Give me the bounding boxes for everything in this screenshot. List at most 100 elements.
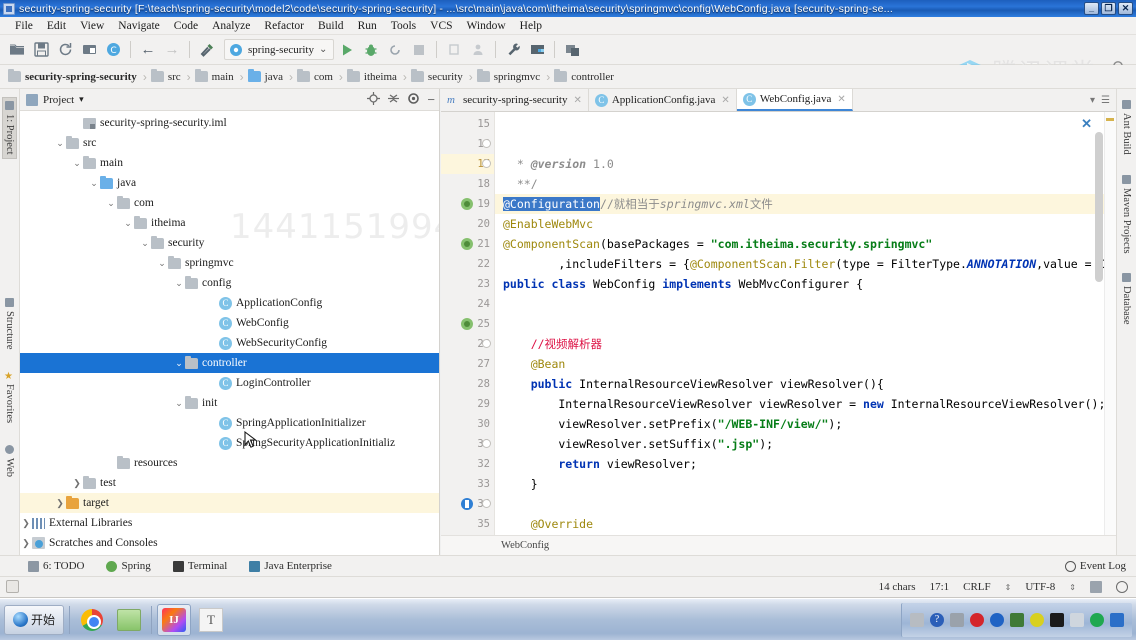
collapse-all-icon[interactable] [387,92,400,108]
close-icon[interactable]: ✕ [721,95,729,106]
menu-window[interactable]: Window [460,19,513,33]
code-line[interactable]: @Override [503,514,1104,534]
code-line[interactable] [503,294,1104,314]
line-number[interactable]: 17 [441,154,494,174]
breadcrumb-item-src[interactable]: src [150,69,185,83]
code-line[interactable] [503,314,1104,334]
code-line[interactable]: return viewResolver; [503,454,1104,474]
override-gutter-icon[interactable] [461,498,473,510]
code-line[interactable]: **/ [503,174,1104,194]
code-line[interactable]: public InternalResourceViewResolver view… [503,374,1104,394]
system-tray[interactable]: ? [901,602,1132,637]
wrench-icon[interactable] [502,39,524,61]
file-encoding[interactable]: UTF-8 [1025,581,1055,593]
debug-button[interactable] [360,39,382,61]
twisty-icon[interactable]: ❯ [54,498,66,509]
tab-application-config[interactable]: C ApplicationConfig.java ✕ [589,89,737,111]
twisty-icon[interactable]: ⌄ [173,278,185,289]
warning-stripe[interactable] [1106,118,1114,121]
taskbar-intellij-idea-icon[interactable]: IJ [157,603,192,636]
run-button[interactable] [336,39,358,61]
tree-node[interactable]: ⌄ java [20,173,439,193]
twisty-icon[interactable]: ⌄ [88,178,100,189]
line-number[interactable]: 35 [441,514,494,534]
chevron-down-icon[interactable]: ▾ [79,94,84,105]
line-number[interactable]: 26 [441,334,494,354]
breadcrumb[interactable]: security-spring-security › src › main › … [0,65,1136,89]
line-number[interactable]: 21 [441,234,494,254]
menu-build[interactable]: Build [311,19,351,33]
bottom-tab-java-enterprise[interactable]: Java Enterprise [249,560,332,572]
navigate-back-icon[interactable]: ← [137,39,159,61]
bottom-tab-todo[interactable]: 6: TODO [28,560,84,572]
line-number[interactable]: 31 [441,434,494,454]
tab-security-spring-security[interactable]: m security-spring-security ✕ [441,89,589,111]
breadcrumb-item-main[interactable]: main [194,69,238,83]
sidebar-item-web[interactable]: Web [3,442,16,480]
coverage-button[interactable] [384,39,406,61]
globe-icon[interactable] [1116,581,1128,593]
line-number[interactable]: 25 [441,314,494,334]
menu-edit[interactable]: Edit [40,19,73,33]
menu-run[interactable]: Run [351,19,384,33]
close-button[interactable]: ✕ [1118,2,1133,15]
menu-refactor[interactable]: Refactor [257,19,311,33]
editor-scrollbar[interactable] [1095,132,1103,282]
battery-icon[interactable] [1050,612,1064,627]
line-number[interactable]: 15 [441,114,494,134]
code-line[interactable]: viewResolver.setSuffix(".jsp"); [503,434,1104,454]
breadcrumb-item-controller[interactable]: controller [554,69,618,83]
minimize-button[interactable]: _ [1084,2,1099,15]
tree-node[interactable]: ❯ target [20,493,439,513]
display-icon[interactable] [1010,612,1024,627]
code-line[interactable]: @ComponentScan(basePackages = "com.ithei… [503,234,1104,254]
tree-node[interactable]: ⌄ com [20,193,439,213]
twisty-icon[interactable]: ⌄ [156,258,168,269]
twisty-icon[interactable]: ⌄ [54,138,66,149]
line-number[interactable]: 29 [441,394,494,414]
code-line[interactable]: @Configuration//就相当于springmvc.xml文件 [495,194,1104,214]
bottom-tab-spring[interactable]: Spring [106,560,151,572]
menu-bar[interactable]: File Edit View Navigate Code Analyze Ref… [0,17,1136,35]
editor-gutter[interactable]: 1516171819202122232425262728293031323334… [441,112,495,535]
line-number[interactable]: 18 [441,174,494,194]
caret-position[interactable]: 17:1 [930,581,950,593]
navigate-forward-icon[interactable]: → [161,39,183,61]
network-icon[interactable] [1070,612,1084,627]
tab-list-icon[interactable]: ☰ [1101,95,1110,106]
code-line[interactable]: public void addViewControllers(ViewContr… [503,534,1104,535]
tree-node[interactable]: ⌄ config [20,273,439,293]
menu-file[interactable]: File [8,19,40,33]
error-stripe-marker-bar[interactable] [1104,112,1116,535]
code-line[interactable]: @Bean [503,354,1104,374]
tree-node[interactable]: C SpringSecurityApplicationInitializ [20,433,439,453]
sidebar-item-structure[interactable]: Structure [3,295,16,353]
line-number[interactable]: 19 [441,194,494,214]
line-number[interactable]: 30 [441,414,494,434]
gear-icon[interactable] [407,92,420,108]
code-line[interactable] [503,494,1104,514]
taskbar-picture-viewer-icon[interactable] [112,604,146,636]
bluetooth-icon[interactable] [990,612,1004,627]
twisty-icon[interactable]: ⌄ [173,398,185,409]
maximize-button[interactable]: ❐ [1101,2,1116,15]
close-icon[interactable]: ✕ [837,94,845,105]
tree-node[interactable]: C WebConfig [20,313,439,333]
bottom-tool-window-bar[interactable]: 6: TODO Spring Terminal Java Enterprise … [0,555,1136,577]
code-line[interactable]: @EnableWebMvc [503,214,1104,234]
line-number[interactable]: 32 [441,454,494,474]
line-number[interactable]: 34 [441,494,494,514]
tree-node[interactable]: ⌄ itheima [20,213,439,233]
chevron-down-icon[interactable]: ▾ [1090,95,1095,106]
menu-analyze[interactable]: Analyze [205,19,257,33]
menu-help[interactable]: Help [513,19,549,33]
tree-node[interactable]: ⌄ init [20,393,439,413]
taskbar-typora-icon[interactable]: T [194,604,228,636]
tree-node[interactable]: ❯ External Libraries [20,513,439,533]
code-line[interactable]: * @version 1.0 [503,154,1104,174]
tree-node[interactable]: ⌄ security [20,233,439,253]
menu-navigate[interactable]: Navigate [111,19,167,33]
window-controls[interactable]: _ ❐ ✕ [1084,2,1136,15]
code-fold-icon[interactable] [482,339,491,348]
line-number[interactable]: 27 [441,354,494,374]
